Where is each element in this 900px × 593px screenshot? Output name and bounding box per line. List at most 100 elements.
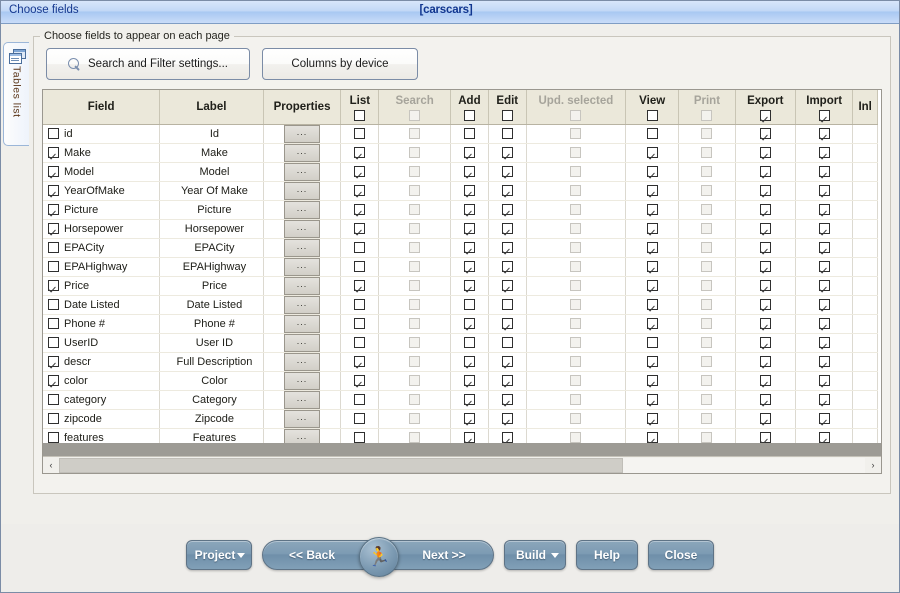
add-checkbox[interactable] (464, 204, 475, 215)
field-select-checkbox[interactable] (48, 375, 59, 386)
project-button[interactable]: Project (186, 540, 252, 570)
export-checkbox[interactable] (760, 356, 771, 367)
edit-checkbox[interactable] (502, 299, 513, 310)
add-checkbox[interactable] (464, 356, 475, 367)
import-checkbox[interactable] (819, 242, 830, 253)
view-checkbox[interactable] (647, 261, 658, 272)
import-checkbox[interactable] (819, 413, 830, 424)
list-checkbox[interactable] (354, 147, 365, 158)
column-header-checkbox-add[interactable] (464, 110, 475, 121)
list-checkbox[interactable] (354, 128, 365, 139)
field-select-checkbox[interactable] (48, 432, 59, 443)
list-checkbox[interactable] (354, 166, 365, 177)
export-checkbox[interactable] (760, 261, 771, 272)
cell-label[interactable]: Model (160, 162, 263, 181)
view-checkbox[interactable] (647, 318, 658, 329)
export-checkbox[interactable] (760, 413, 771, 424)
list-checkbox[interactable] (354, 432, 365, 443)
properties-ellipsis-button[interactable]: ... (284, 258, 320, 276)
add-checkbox[interactable] (464, 242, 475, 253)
add-checkbox[interactable] (464, 318, 475, 329)
field-select-checkbox[interactable] (48, 166, 59, 177)
import-checkbox[interactable] (819, 299, 830, 310)
import-checkbox[interactable] (819, 223, 830, 234)
edit-checkbox[interactable] (502, 432, 513, 443)
edit-checkbox[interactable] (502, 413, 513, 424)
properties-ellipsis-button[interactable]: ... (284, 182, 320, 200)
table-row[interactable]: EPAHighwayEPAHighway... (43, 257, 878, 276)
edit-checkbox[interactable] (502, 242, 513, 253)
column-header-add[interactable]: Add (450, 90, 488, 124)
close-button[interactable]: Close (648, 540, 714, 570)
add-checkbox[interactable] (464, 185, 475, 196)
cell-label[interactable]: EPAHighway (160, 257, 263, 276)
table-row[interactable]: YearOfMakeYear Of Make... (43, 181, 878, 200)
field-select-checkbox[interactable] (48, 280, 59, 291)
field-select-checkbox[interactable] (48, 413, 59, 424)
import-checkbox[interactable] (819, 204, 830, 215)
cell-label[interactable]: Id (160, 124, 263, 143)
export-checkbox[interactable] (760, 223, 771, 234)
field-select-checkbox[interactable] (48, 147, 59, 158)
field-select-checkbox[interactable] (48, 204, 59, 215)
edit-checkbox[interactable] (502, 166, 513, 177)
add-checkbox[interactable] (464, 337, 475, 348)
column-header-checkbox-list[interactable] (354, 110, 365, 121)
cell-label[interactable]: Make (160, 143, 263, 162)
add-checkbox[interactable] (464, 394, 475, 405)
export-checkbox[interactable] (760, 128, 771, 139)
table-row[interactable]: categoryCategory... (43, 390, 878, 409)
help-button[interactable]: Help (576, 540, 638, 570)
table-row[interactable]: MakeMake... (43, 143, 878, 162)
column-header-checkbox-view[interactable] (647, 110, 658, 121)
table-row[interactable]: ModelModel... (43, 162, 878, 181)
column-header-checkbox-import[interactable] (819, 110, 830, 121)
import-checkbox[interactable] (819, 147, 830, 158)
field-select-checkbox[interactable] (48, 185, 59, 196)
list-checkbox[interactable] (354, 375, 365, 386)
edit-checkbox[interactable] (502, 280, 513, 291)
list-checkbox[interactable] (354, 261, 365, 272)
column-header-inline[interactable]: Inl (853, 90, 878, 124)
export-checkbox[interactable] (760, 394, 771, 405)
table-row[interactable]: idId... (43, 124, 878, 143)
add-checkbox[interactable] (464, 147, 475, 158)
list-checkbox[interactable] (354, 299, 365, 310)
view-checkbox[interactable] (647, 223, 658, 234)
properties-ellipsis-button[interactable]: ... (284, 353, 320, 371)
add-checkbox[interactable] (464, 413, 475, 424)
edit-checkbox[interactable] (502, 185, 513, 196)
columns-by-device-button[interactable]: Columns by device (262, 48, 418, 80)
import-checkbox[interactable] (819, 337, 830, 348)
add-checkbox[interactable] (464, 261, 475, 272)
cell-label[interactable]: Full Description (160, 352, 263, 371)
edit-checkbox[interactable] (502, 337, 513, 348)
column-header-label[interactable]: Label (160, 90, 263, 124)
scroll-right-arrow-icon[interactable]: › (865, 458, 881, 473)
list-checkbox[interactable] (354, 413, 365, 424)
export-checkbox[interactable] (760, 432, 771, 443)
field-select-checkbox[interactable] (48, 128, 59, 139)
export-checkbox[interactable] (760, 242, 771, 253)
add-checkbox[interactable] (464, 166, 475, 177)
list-checkbox[interactable] (354, 394, 365, 405)
import-checkbox[interactable] (819, 261, 830, 272)
properties-ellipsis-button[interactable]: ... (284, 410, 320, 428)
table-row[interactable]: UserIDUser ID... (43, 333, 878, 352)
list-checkbox[interactable] (354, 356, 365, 367)
view-checkbox[interactable] (647, 299, 658, 310)
run-button[interactable]: 🏃 (359, 537, 399, 577)
column-header-checkbox-export[interactable] (760, 110, 771, 121)
list-checkbox[interactable] (354, 280, 365, 291)
export-checkbox[interactable] (760, 337, 771, 348)
column-header-search[interactable]: Search (379, 90, 451, 124)
field-select-checkbox[interactable] (48, 223, 59, 234)
export-checkbox[interactable] (760, 318, 771, 329)
add-checkbox[interactable] (464, 280, 475, 291)
field-select-checkbox[interactable] (48, 299, 59, 310)
edit-checkbox[interactable] (502, 223, 513, 234)
properties-ellipsis-button[interactable]: ... (284, 372, 320, 390)
list-checkbox[interactable] (354, 204, 365, 215)
scrollbar-track[interactable] (59, 458, 865, 473)
column-header-upd[interactable]: Upd. selected (526, 90, 625, 124)
